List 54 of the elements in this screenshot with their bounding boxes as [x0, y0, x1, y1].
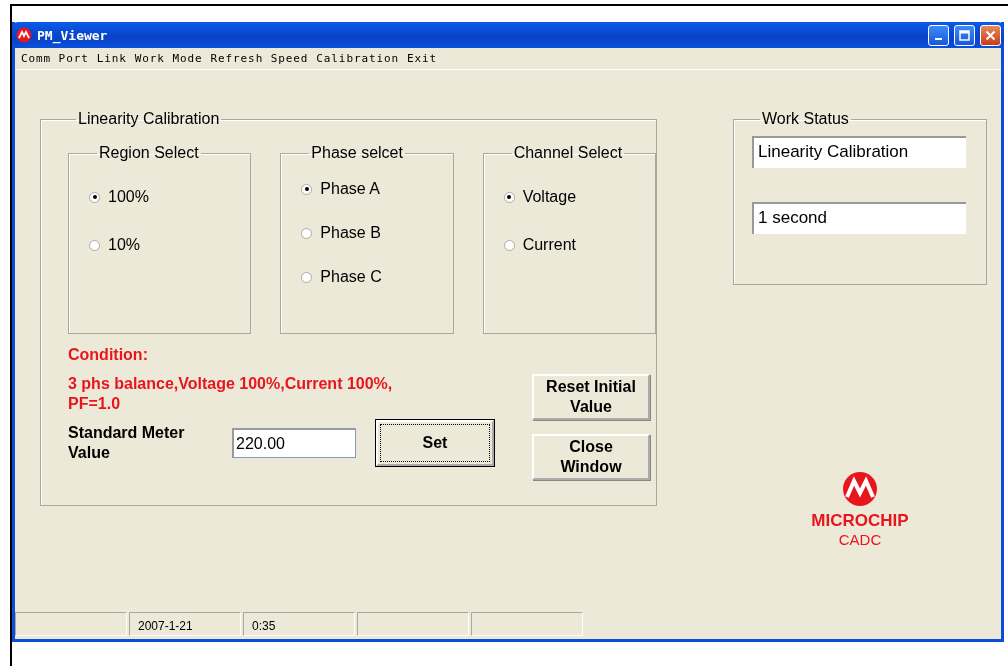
action-button[interactable]: Close Window [532, 434, 650, 480]
radio-label: Voltage [522, 188, 577, 206]
status-field: 1 second [752, 202, 966, 234]
meter-label: Standard Meter Value [68, 423, 186, 463]
radio-button[interactable] [301, 227, 313, 239]
radio-option[interactable]: Current [503, 236, 655, 254]
condition-text: 3 phs balance,Voltage 100%,Current 100%, PF=1.0 [68, 374, 394, 414]
status-pane: 0:35 [243, 612, 355, 636]
radio-button[interactable] [301, 183, 313, 195]
group-title: Linearity Calibration [77, 110, 221, 128]
condition-label: Condition: [68, 346, 149, 364]
maximize-button[interactable] [954, 24, 975, 46]
status-field: Linearity Calibration [752, 136, 966, 168]
menu-item[interactable]: Exit [407, 52, 438, 65]
radio-option[interactable]: Voltage [503, 188, 655, 206]
menu-item[interactable]: Calibration [316, 52, 400, 65]
radio-option[interactable]: Phase B [301, 224, 453, 242]
radio-option[interactable]: Phase A [301, 180, 453, 198]
close-icon [985, 29, 996, 41]
radio-button[interactable] [503, 191, 515, 203]
window-title: PM_Viewer [37, 27, 109, 43]
group-title: Work Status [761, 110, 850, 128]
minimize-button[interactable] [928, 24, 949, 46]
radio-label: Current [522, 236, 576, 254]
status-pane: 2007-1-21 [129, 612, 241, 636]
logo-icon [842, 471, 878, 507]
group-title: Region Select [98, 144, 200, 162]
action-button[interactable]: Reset Initial Value [532, 374, 650, 420]
radio-button[interactable] [89, 239, 100, 251]
radio-button[interactable] [503, 239, 515, 251]
brand-name: MICROCHIP [811, 511, 909, 531]
group-title: Phase selcet [310, 144, 404, 162]
radio-label: Phase B [320, 224, 381, 242]
group-title: Channel Select [512, 144, 624, 162]
app-icon [16, 27, 32, 43]
radio-option[interactable]: 100% [89, 188, 251, 206]
meter-input[interactable]: 220.00 [232, 428, 356, 458]
radio-label: 10% [108, 236, 141, 254]
set-button[interactable]: Set [376, 420, 494, 466]
menu-item[interactable]: Comm Port [21, 52, 89, 65]
close-button[interactable] [980, 24, 1001, 46]
radio-option[interactable]: 10% [89, 236, 251, 254]
menu-item[interactable]: Link [96, 52, 127, 65]
minimize-icon [935, 38, 942, 40]
radio-option[interactable]: Phase C [301, 268, 453, 286]
radio-button[interactable] [301, 271, 313, 283]
brand-subtitle: CADC [838, 531, 882, 548]
radio-button[interactable] [89, 191, 100, 203]
menu-item[interactable]: Work Mode [134, 52, 203, 65]
radio-label: Phase A [320, 180, 380, 198]
maximize-icon [959, 29, 970, 41]
radio-label: Phase C [320, 268, 382, 286]
radio-label: 100% [108, 188, 149, 206]
menu-item[interactable]: Refresh Speed [210, 52, 309, 65]
